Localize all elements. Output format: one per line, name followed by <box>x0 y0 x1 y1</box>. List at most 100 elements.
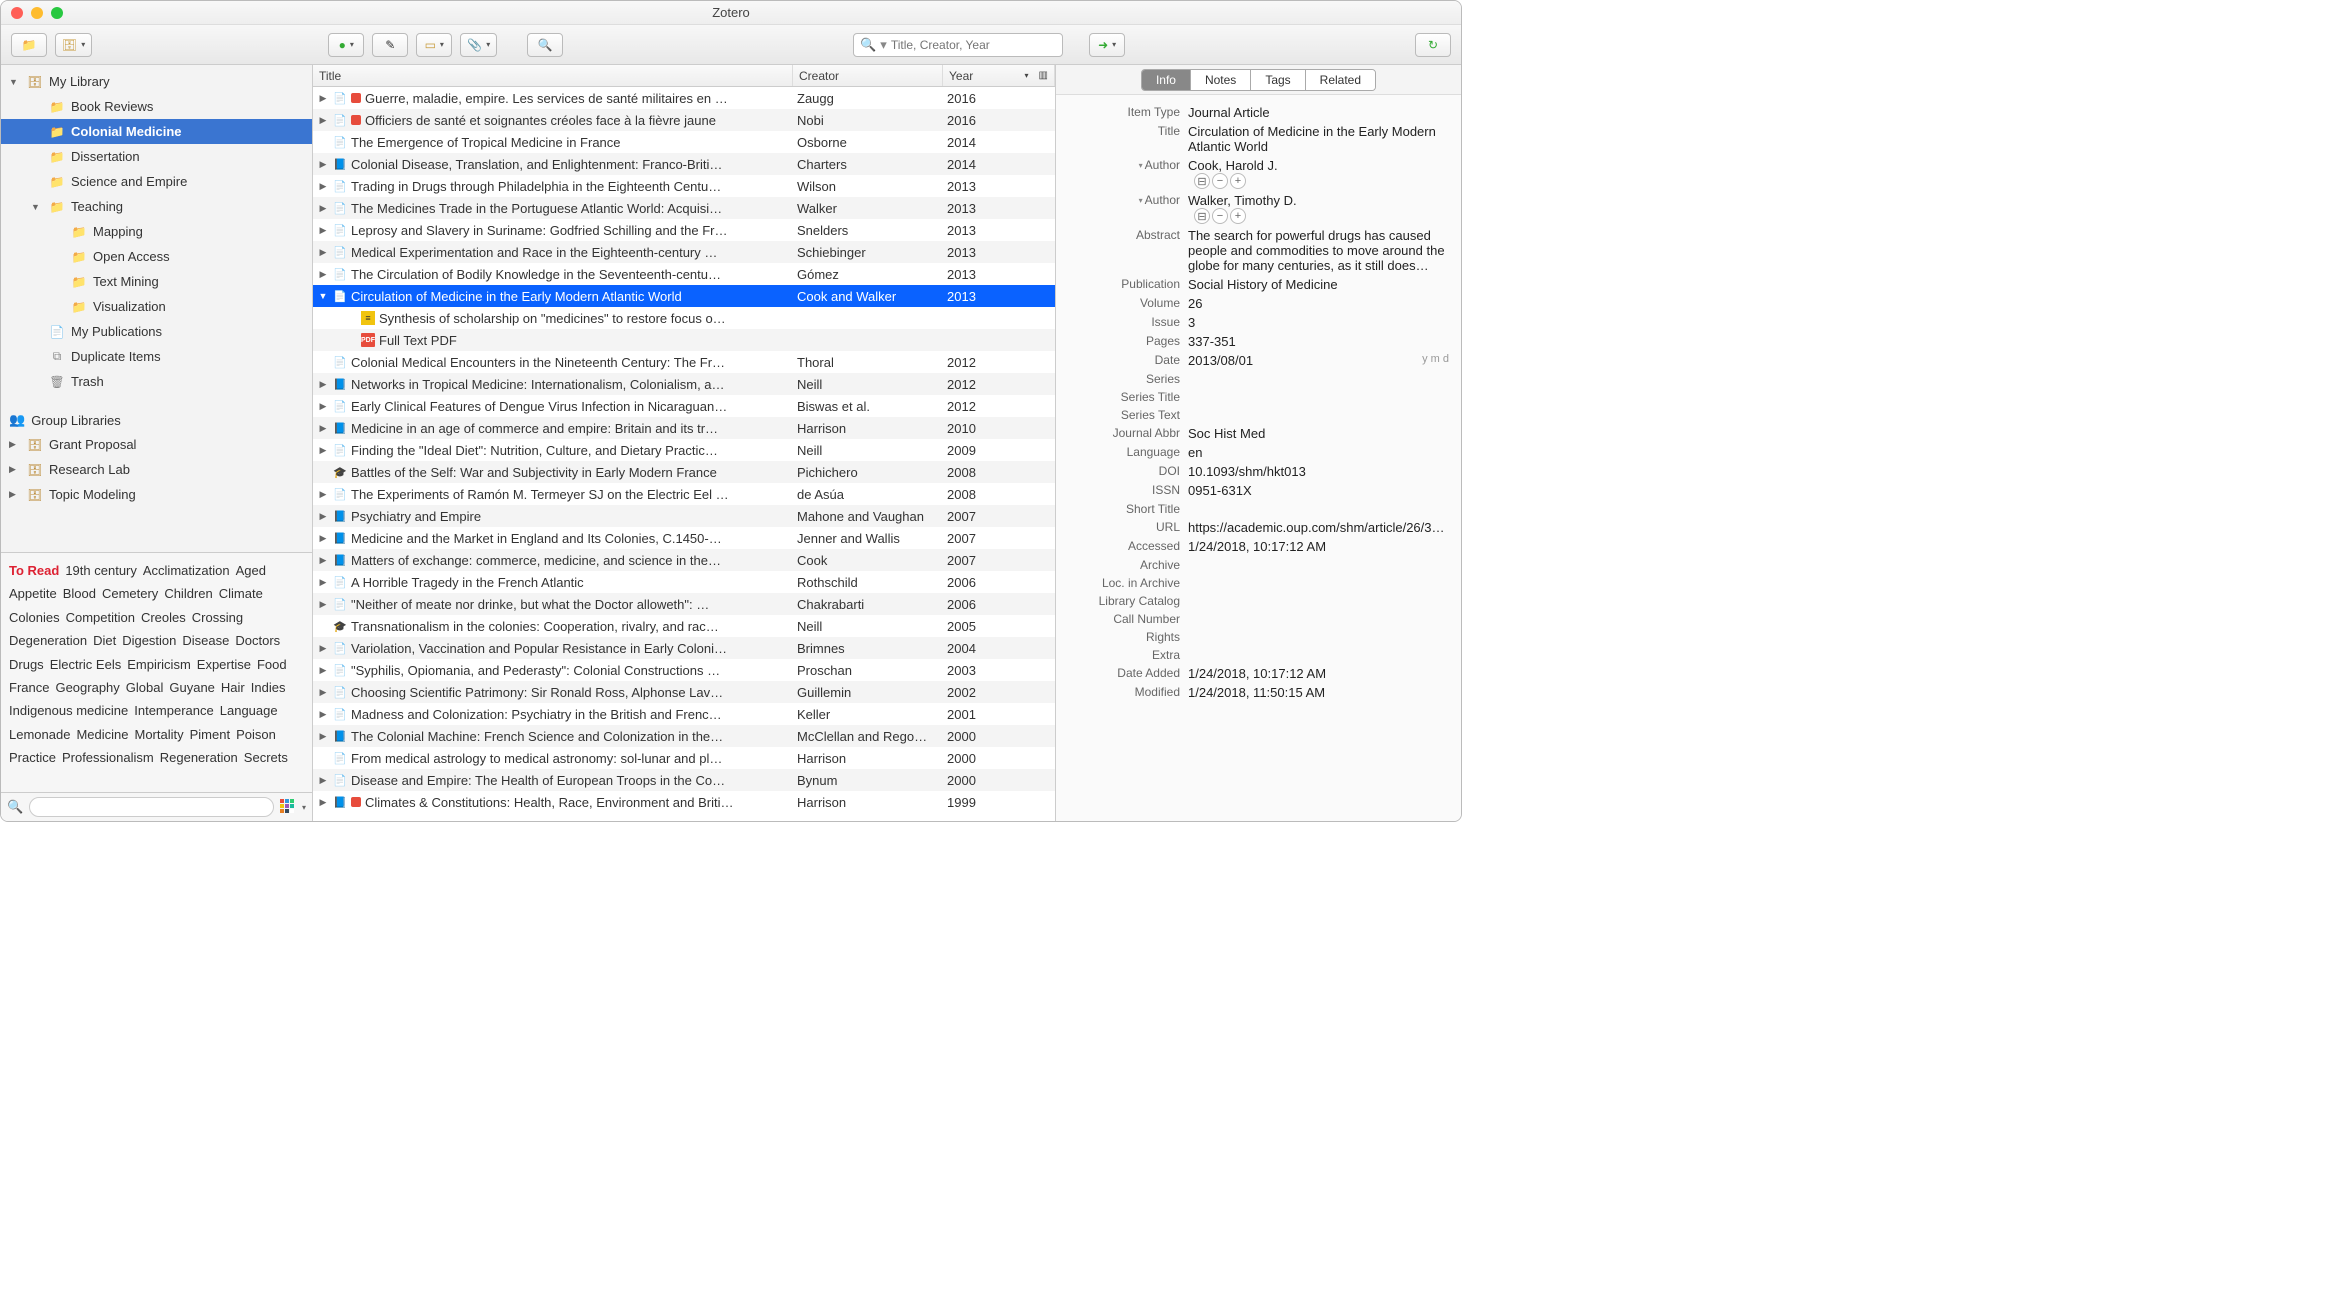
tag-item[interactable]: Practice <box>9 746 56 769</box>
tag-item[interactable]: Drugs <box>9 653 44 676</box>
special-my-publications[interactable]: 📄My Publications <box>1 319 312 344</box>
field-value[interactable]: Social History of Medicine <box>1188 277 1449 292</box>
field-value[interactable]: 337-351 <box>1188 334 1449 349</box>
item-row[interactable]: ▶📄Madness and Colonization: Psychiatry i… <box>313 703 1055 725</box>
sync-button[interactable]: ↻ <box>1415 33 1451 57</box>
item-row[interactable]: ▶📄The Medicines Trade in the Portuguese … <box>313 197 1055 219</box>
special-duplicate-items[interactable]: ⧉Duplicate Items <box>1 344 312 369</box>
item-row[interactable]: ▶📘Medicine and the Market in England and… <box>313 527 1055 549</box>
collection-colonial-medicine[interactable]: 📁Colonial Medicine <box>1 119 312 144</box>
tag-item[interactable]: Colonies <box>9 606 60 629</box>
new-note-button[interactable]: ▭▾ <box>416 33 452 57</box>
tag-item[interactable]: Intemperance <box>134 699 214 722</box>
item-row[interactable]: ▶📘Medicine in an age of commerce and emp… <box>313 417 1055 439</box>
tag-color-grid-icon[interactable] <box>280 799 296 815</box>
item-row[interactable]: ▶📄Medical Experimentation and Race in th… <box>313 241 1055 263</box>
special-trash[interactable]: 🗑Trash <box>1 369 312 394</box>
tag-item[interactable]: Regeneration <box>160 746 238 769</box>
twisty-icon[interactable]: ▼ <box>9 77 21 87</box>
item-row[interactable]: 🎓Transnationalism in the colonies: Coope… <box>313 615 1055 637</box>
tag-item[interactable]: Lemonade <box>9 723 70 746</box>
field-value[interactable]: 26 <box>1188 296 1449 311</box>
group-grant-proposal[interactable]: ▶🗄Grant Proposal <box>1 432 312 457</box>
twisty-icon[interactable]: ▶ <box>9 489 21 500</box>
tag-item[interactable]: Poison <box>236 723 276 746</box>
field-value[interactable]: 2013/08/01y m d <box>1188 353 1449 368</box>
item-row[interactable]: ▶📄The Experiments of Ramón M. Termeyer S… <box>313 483 1055 505</box>
tag-item[interactable]: Children <box>164 582 212 605</box>
add-creator-icon[interactable]: + <box>1230 173 1246 189</box>
field-value[interactable]: 1/24/2018, 11:50:15 AM <box>1188 685 1449 700</box>
twisty-icon[interactable]: ▶ <box>317 225 329 236</box>
tag-item[interactable]: Mortality <box>134 723 183 746</box>
new-item-button[interactable]: ●▾ <box>328 33 364 57</box>
collection-mapping[interactable]: 📁Mapping <box>1 219 312 244</box>
new-collection-button[interactable]: 📁 <box>11 33 47 57</box>
twisty-icon[interactable]: ▶ <box>317 533 329 544</box>
field-value[interactable]: 0951-631X <box>1188 483 1449 498</box>
item-row[interactable]: ▶📄Finding the "Ideal Diet": Nutrition, C… <box>313 439 1055 461</box>
tag-item[interactable]: Secrets <box>244 746 288 769</box>
twisty-icon[interactable]: ▶ <box>9 464 21 475</box>
tag-item[interactable]: 19th century <box>65 559 137 582</box>
switch-creator-icon[interactable]: ⊟ <box>1194 208 1210 224</box>
collection-book-reviews[interactable]: 📁Book Reviews <box>1 94 312 119</box>
tag-item[interactable]: Hair <box>221 676 245 699</box>
tag-item[interactable]: Aged <box>236 559 266 582</box>
item-row[interactable]: ▶📄Officiers de santé et soignantes créol… <box>313 109 1055 131</box>
field-value[interactable]: https://academic.oup.com/shm/article/26/… <box>1188 520 1449 535</box>
twisty-icon[interactable]: ▶ <box>317 555 329 566</box>
field-value[interactable]: Soc Hist Med <box>1188 426 1449 441</box>
collection-dissertation[interactable]: 📁Dissertation <box>1 144 312 169</box>
field-value[interactable]: The search for powerful drugs has caused… <box>1188 228 1449 273</box>
field-value[interactable]: 3 <box>1188 315 1449 330</box>
tag-item[interactable]: Indies <box>251 676 286 699</box>
tab-tags[interactable]: Tags <box>1251 70 1305 90</box>
remove-creator-icon[interactable]: − <box>1212 208 1228 224</box>
tag-item[interactable]: Degeneration <box>9 629 87 652</box>
twisty-icon[interactable]: ▼ <box>31 202 43 212</box>
zoom-window[interactable] <box>51 7 63 19</box>
tag-item[interactable]: Medicine <box>76 723 128 746</box>
tag-item[interactable]: Competition <box>66 606 135 629</box>
add-creator-icon[interactable]: + <box>1230 208 1246 224</box>
twisty-icon[interactable]: ▶ <box>317 775 329 786</box>
item-row[interactable]: ▶📘Networks in Tropical Medicine: Interna… <box>313 373 1055 395</box>
field-value[interactable]: 1/24/2018, 10:17:12 AM <box>1188 666 1449 681</box>
twisty-icon[interactable]: ▶ <box>317 379 329 390</box>
tag-item[interactable]: Doctors <box>235 629 280 652</box>
field-value[interactable]: Cook, Harold J.⊟−+ <box>1188 158 1449 189</box>
item-row[interactable]: ▶📘The Colonial Machine: French Science a… <box>313 725 1055 747</box>
item-row[interactable]: ▼📄Circulation of Medicine in the Early M… <box>313 285 1055 307</box>
twisty-icon[interactable]: ▶ <box>317 489 329 500</box>
twisty-icon[interactable]: ▶ <box>317 159 329 170</box>
minimize-window[interactable] <box>31 7 43 19</box>
collection-text-mining[interactable]: 📁Text Mining <box>1 269 312 294</box>
tag-item[interactable]: Acclimatization <box>143 559 230 582</box>
tag-item[interactable]: Language <box>220 699 278 722</box>
item-row[interactable]: ▶📄Early Clinical Features of Dengue Viru… <box>313 395 1055 417</box>
tag-item[interactable]: Food <box>257 653 287 676</box>
column-picker-icon[interactable]: ▥ <box>1039 70 1048 81</box>
collection-teaching[interactable]: ▼📁Teaching <box>1 194 312 219</box>
column-creator[interactable]: Creator <box>793 65 943 86</box>
field-value[interactable]: 1/24/2018, 10:17:12 AM <box>1188 539 1449 554</box>
item-row[interactable]: ▶📄Guerre, maladie, empire. Les services … <box>313 87 1055 109</box>
field-value[interactable]: en <box>1188 445 1449 460</box>
item-row[interactable]: ▶📘Colonial Disease, Translation, and Enl… <box>313 153 1055 175</box>
item-row[interactable]: ▶📄Leprosy and Slavery in Suriname: Godfr… <box>313 219 1055 241</box>
twisty-icon[interactable]: ▶ <box>317 731 329 742</box>
tag-item[interactable]: Indigenous medicine <box>9 699 128 722</box>
tag-item[interactable]: Diet <box>93 629 116 652</box>
collection-science-and-empire[interactable]: 📁Science and Empire <box>1 169 312 194</box>
twisty-icon[interactable]: ▶ <box>317 247 329 258</box>
collection-visualization[interactable]: 📁Visualization <box>1 294 312 319</box>
item-row[interactable]: ▶📘Psychiatry and EmpireMahone and Vaugha… <box>313 505 1055 527</box>
tag-item[interactable]: Disease <box>182 629 229 652</box>
tag-item[interactable]: Climate <box>219 582 263 605</box>
tab-notes[interactable]: Notes <box>1191 70 1251 90</box>
twisty-icon[interactable]: ▶ <box>317 203 329 214</box>
item-row[interactable]: ▶📘Matters of exchange: commerce, medicin… <box>313 549 1055 571</box>
item-row[interactable]: ▶📄Disease and Empire: The Health of Euro… <box>313 769 1055 791</box>
twisty-icon[interactable]: ▶ <box>317 577 329 588</box>
